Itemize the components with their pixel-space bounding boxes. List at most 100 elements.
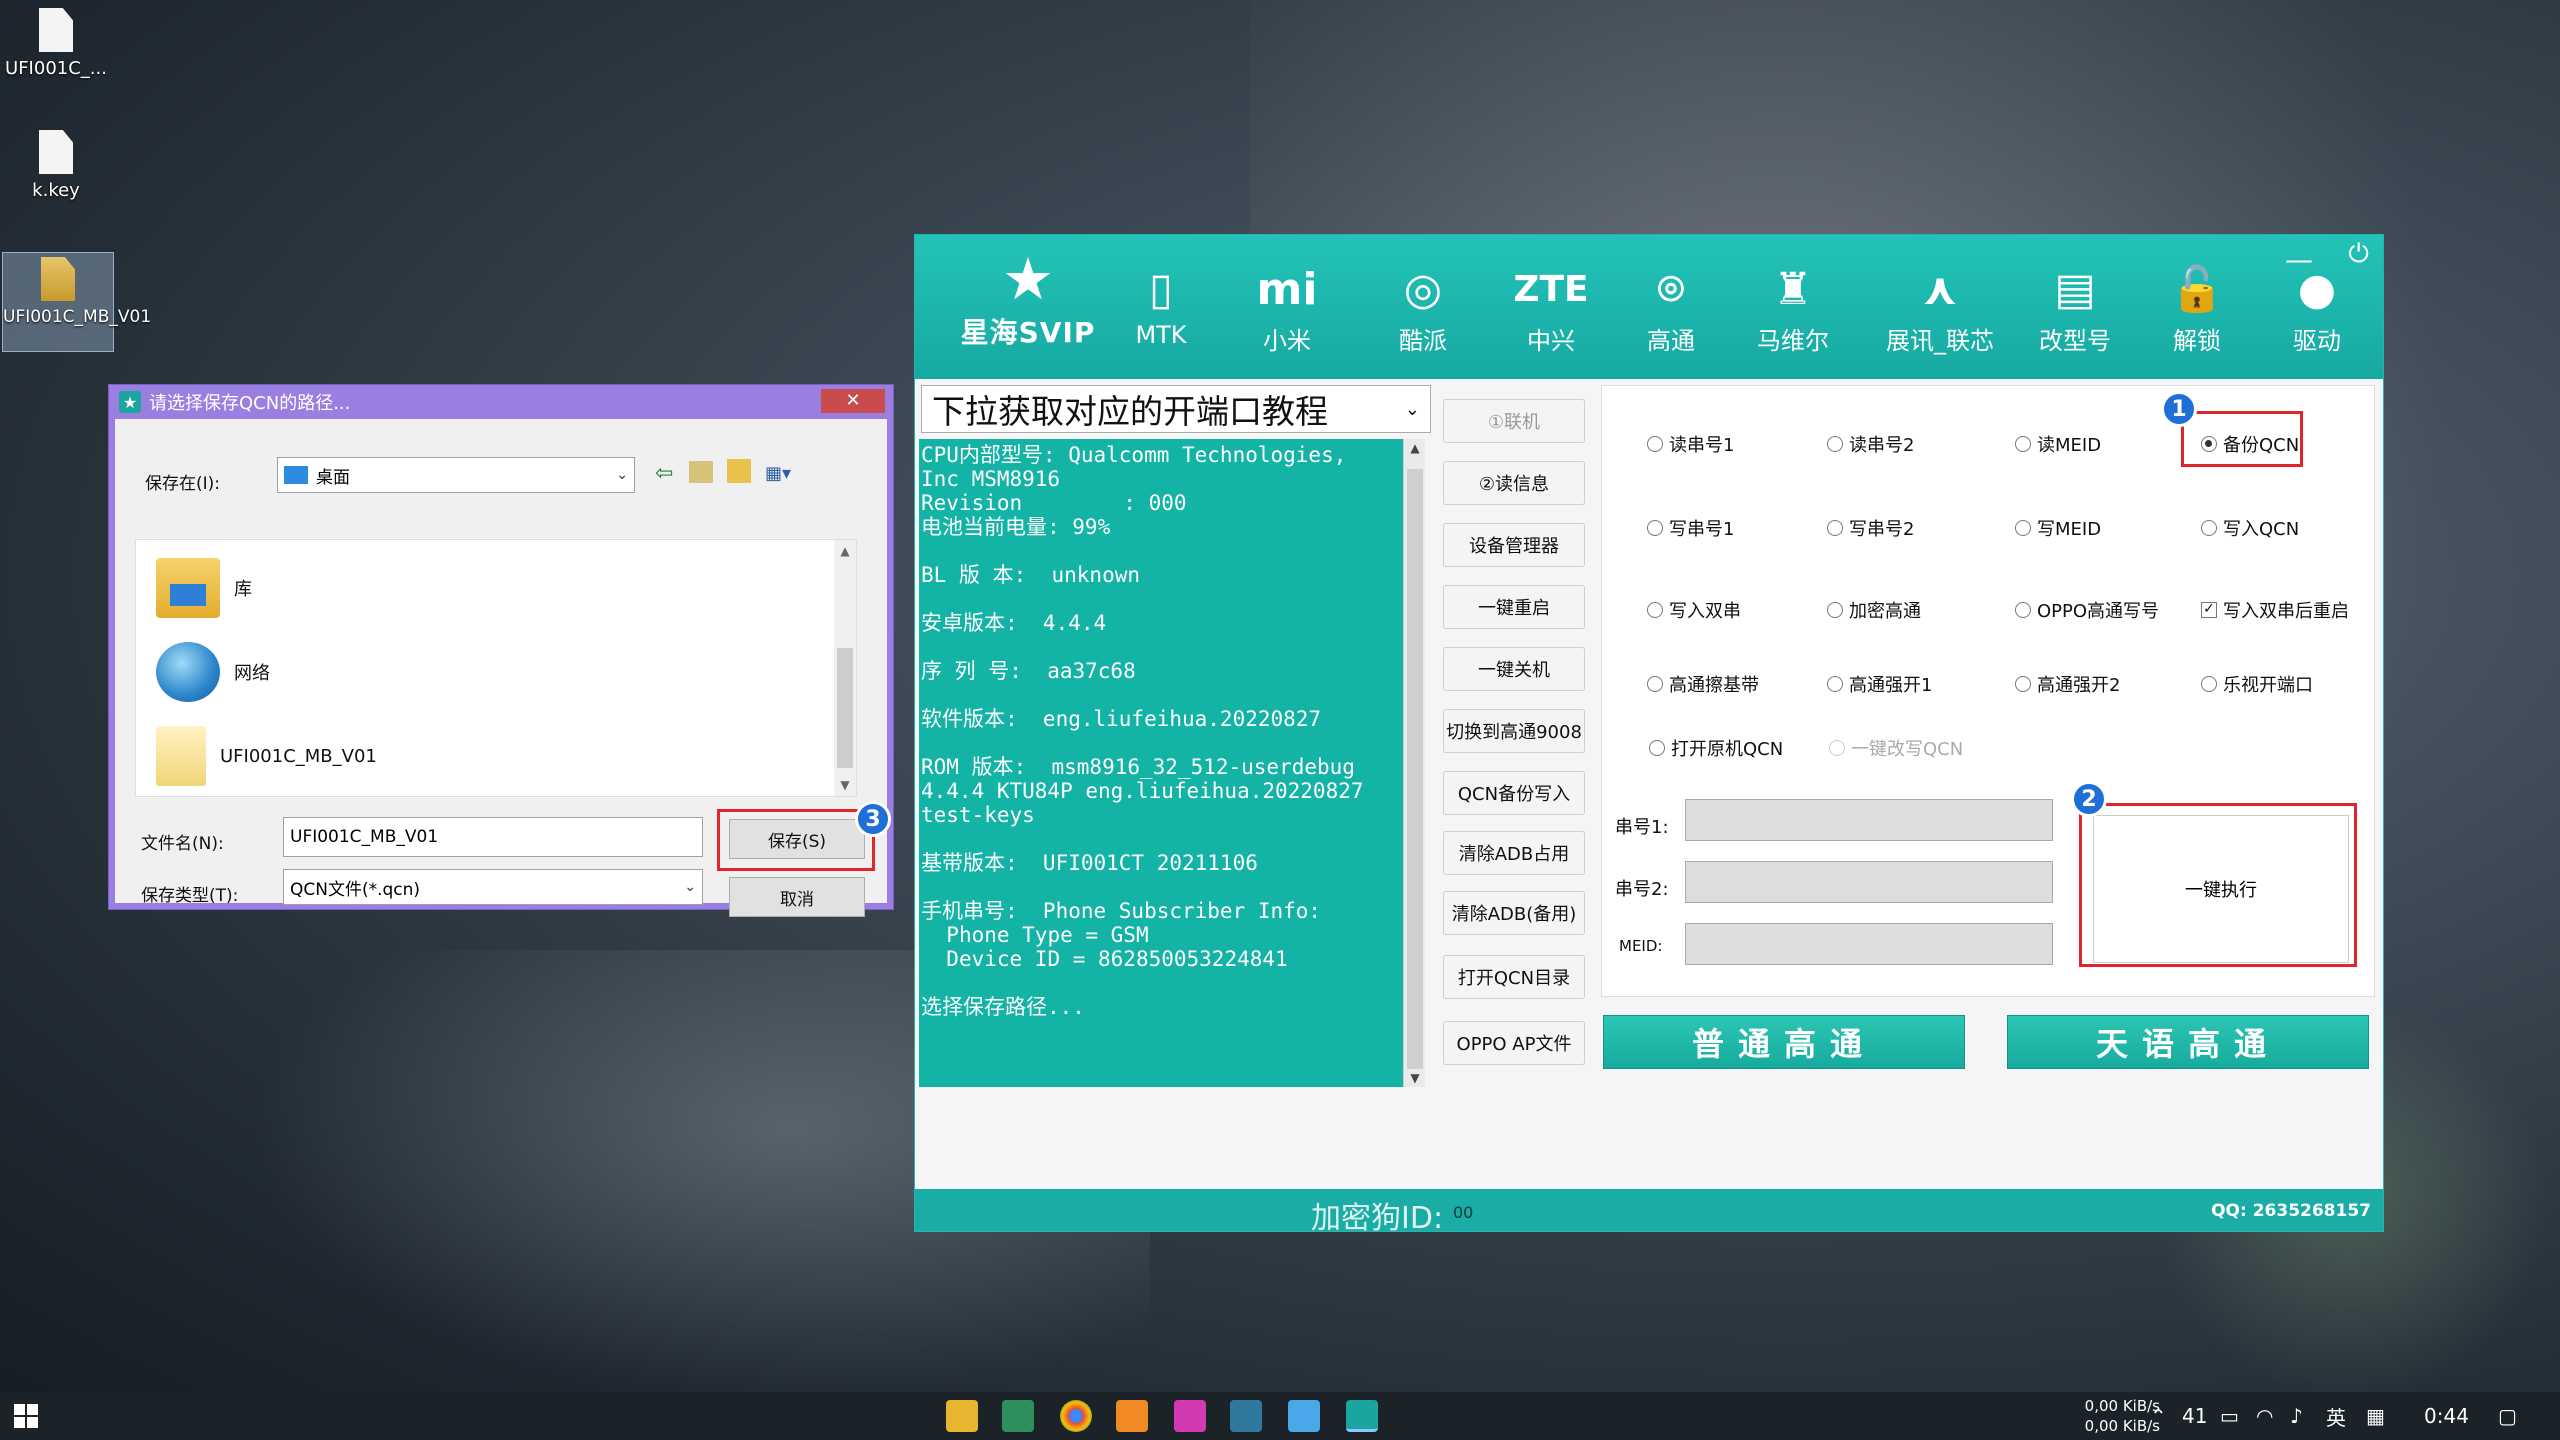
read-info-button[interactable]: ②读信息: [1443, 461, 1585, 505]
switch-9008-button[interactable]: 切换到高通9008: [1443, 709, 1585, 753]
dialog-titlebar[interactable]: ★ 请选择保存QCN的路径...: [109, 385, 893, 419]
tab-zte[interactable]: ZTE 中兴: [1501, 261, 1601, 356]
console-line: 电池当前电量: 99%: [921, 515, 1111, 539]
step-badge-1: 1: [2161, 391, 2197, 427]
up-folder-icon[interactable]: [689, 461, 713, 483]
radio-open-original-qcn[interactable]: 打开原机QCN: [1649, 735, 1783, 761]
file-explorer-icon[interactable]: [946, 1400, 978, 1432]
radio-read-imei1[interactable]: 读串号1: [1647, 431, 1734, 457]
git-icon[interactable]: [1002, 1400, 1034, 1432]
dialog-close-button[interactable]: ✕: [821, 389, 885, 413]
tab-label: 小米: [1263, 327, 1311, 355]
normal-qualcomm-button[interactable]: 普通高通: [1603, 1015, 1965, 1069]
ime-indicator[interactable]: 英: [2326, 1392, 2346, 1440]
zte-logo-icon: ZTE: [1513, 269, 1589, 310]
radio-write-qcn[interactable]: 写入QCN: [2201, 515, 2299, 541]
clock[interactable]: 0:44: [2424, 1392, 2469, 1440]
volume-icon[interactable]: ♪: [2290, 1392, 2303, 1440]
qcn-backup-write-button[interactable]: QCN备份写入: [1443, 771, 1585, 815]
tab-qualcomm[interactable]: ⌾ 高通: [1621, 261, 1721, 356]
scroll-up-icon[interactable]: ▲: [1404, 441, 1426, 455]
list-item-network[interactable]: 网络: [156, 642, 270, 702]
filename-input[interactable]: UFI001C_MB_V01: [283, 817, 703, 857]
net-download: 0,00 KiB/s: [2084, 1417, 2160, 1435]
filetype-label: 保存类型(T):: [141, 886, 239, 906]
notification-icon[interactable]: ▢: [2498, 1392, 2517, 1440]
radio-write-dual-imei[interactable]: 写入双串: [1647, 597, 1741, 623]
scroll-thumb[interactable]: [1407, 469, 1423, 1069]
tab-label: 中兴: [1527, 327, 1575, 355]
tab-driver[interactable]: ● 驱动: [2267, 261, 2367, 356]
radio-one-click-rewrite-qcn: 一键改写QCN: [1829, 735, 1963, 761]
meid-input[interactable]: [1685, 923, 2053, 965]
windows-start-icon[interactable]: [14, 1404, 38, 1428]
radio-write-imei2[interactable]: 写串号2: [1827, 515, 1914, 541]
star-app-icon: ★: [119, 391, 141, 413]
mountain-app-icon[interactable]: [1230, 1400, 1262, 1432]
scroll-up-icon[interactable]: ▲: [834, 544, 856, 558]
battery-icon[interactable]: ▭: [2220, 1392, 2239, 1440]
cancel-button[interactable]: 取消: [729, 877, 865, 917]
scroll-thumb[interactable]: [837, 648, 853, 768]
tab-spreadtrum-leadcore[interactable]: ⋏ 展讯_联芯: [1875, 261, 2005, 356]
shutdown-button[interactable]: 一键关机: [1443, 647, 1585, 691]
radio-read-meid[interactable]: 读MEID: [2015, 431, 2101, 457]
radio-qualcomm-force-open2[interactable]: 高通强开2: [2015, 671, 2120, 697]
list-item-library[interactable]: 库: [156, 558, 252, 618]
imei1-input[interactable]: [1685, 799, 2053, 841]
radio-qualcomm-force-open1[interactable]: 高通强开1: [1827, 671, 1932, 697]
radio-write-meid[interactable]: 写MEID: [2015, 515, 2101, 541]
tab-unlock[interactable]: 🔓 解锁: [2147, 261, 2247, 356]
intellij-icon[interactable]: [1174, 1400, 1206, 1432]
device-manager-button[interactable]: 设备管理器: [1443, 523, 1585, 567]
radio-letv-open-port[interactable]: 乐视开端口: [2201, 671, 2313, 697]
tray-chevron-icon[interactable]: ⌃: [2150, 1392, 2167, 1440]
new-folder-icon[interactable]: [727, 459, 751, 483]
open-qcn-folder-button[interactable]: 打开QCN目录: [1443, 955, 1585, 999]
oppo-ap-file-button[interactable]: OPPO AP文件: [1443, 1021, 1585, 1065]
scroll-down-icon[interactable]: ▼: [834, 778, 856, 792]
chrome-icon[interactable]: [1060, 1400, 1092, 1432]
keyboard-grid-icon[interactable]: ▦: [2366, 1392, 2385, 1440]
radio-oppo-qualcomm-write[interactable]: OPPO高通写号: [2015, 597, 2159, 623]
tab-coolpad[interactable]: ◎ 酷派: [1373, 261, 1473, 356]
library-folder-icon: [156, 558, 220, 618]
chevron-down-icon: ⌄: [616, 467, 628, 483]
list-item-ufi001c-mb-v01[interactable]: UFI001C_MB_V01: [156, 726, 377, 786]
back-arrow-icon[interactable]: ⇦: [655, 461, 673, 486]
console-scrollbar[interactable]: ▲ ▼: [1403, 439, 1425, 1087]
folder-list-scrollbar[interactable]: ▲ ▼: [834, 540, 856, 796]
tianyu-qualcomm-button[interactable]: 天语高通: [2007, 1015, 2369, 1069]
android-icon[interactable]: [1288, 1400, 1320, 1432]
xinghai-taskbar-icon[interactable]: [1346, 1400, 1378, 1432]
reboot-button[interactable]: 一键重启: [1443, 585, 1585, 629]
tab-mtk[interactable]: ▯ MTK: [1111, 261, 1211, 349]
tab-marvell[interactable]: ♜ 马维尔: [1743, 261, 1843, 356]
desktop-icon-ufi001c-file[interactable]: UFI001C_...: [0, 8, 112, 79]
radio-qualcomm-erase-baseband[interactable]: 高通擦基带: [1647, 671, 1759, 697]
desktop-icon-k-key[interactable]: k.key: [0, 130, 112, 201]
checkbox-reboot-after-dual[interactable]: ✓ 写入双串后重启: [2201, 597, 2349, 623]
radio-write-imei1[interactable]: 写串号1: [1647, 515, 1734, 541]
connect-button[interactable]: ①联机: [1443, 399, 1585, 443]
clear-adb-backup-button[interactable]: 清除ADB(备用): [1443, 891, 1585, 935]
radio-encrypted-qualcomm[interactable]: 加密高通: [1827, 597, 1921, 623]
tab-xiaomi[interactable]: mi 小米: [1237, 261, 1337, 356]
filetype-combo[interactable]: QCN文件(*.qcn) ⌄: [283, 869, 703, 905]
tab-change-model[interactable]: ▤ 改型号: [2025, 261, 2125, 356]
minimize-button[interactable]: —: [2285, 243, 2313, 276]
imei2-input[interactable]: [1685, 861, 2053, 903]
scroll-down-icon[interactable]: ▼: [1404, 1071, 1426, 1085]
radio-read-imei2[interactable]: 读串号2: [1827, 431, 1914, 457]
wifi-icon[interactable]: ◠: [2256, 1392, 2273, 1440]
save-in-combo[interactable]: 桌面 ⌄: [277, 457, 635, 493]
view-menu-icon[interactable]: ▦▾: [765, 463, 805, 484]
sublime-icon[interactable]: [1116, 1400, 1148, 1432]
tab-label: 马维尔: [1757, 327, 1829, 355]
clear-adb-button[interactable]: 清除ADB占用: [1443, 831, 1585, 875]
desktop-icon-ufi001c-mb-v01[interactable]: UFI001C_MB_V01: [2, 252, 151, 352]
power-close-button[interactable]: ⏻: [2348, 239, 2369, 270]
tutorial-dropdown[interactable]: 下拉获取对应的开端口教程 ⌄: [921, 385, 1431, 433]
